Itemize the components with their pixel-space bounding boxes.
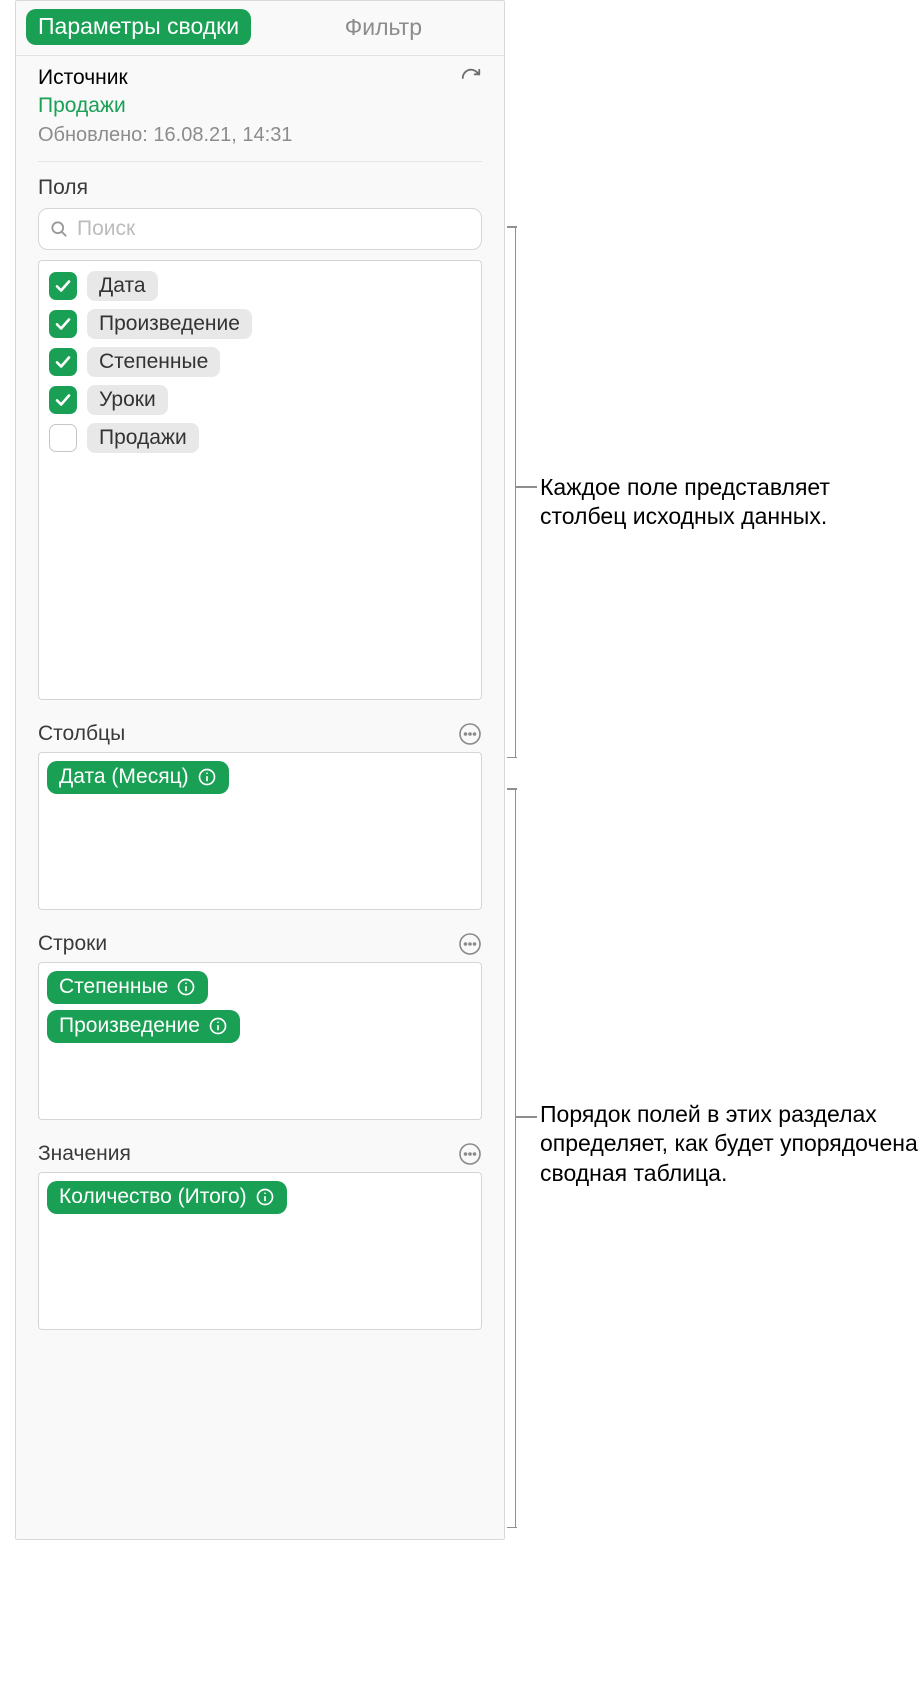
- field-chip[interactable]: Дата: [87, 271, 158, 301]
- source-updated: Обновлено: 16.08.21, 14:31: [38, 124, 482, 147]
- info-icon[interactable]: [197, 767, 217, 787]
- checkbox-checked-icon[interactable]: [49, 272, 77, 300]
- field-row[interactable]: Дата: [47, 267, 473, 305]
- column-pill[interactable]: Дата (Месяц): [47, 761, 229, 794]
- field-chip[interactable]: Степенные: [87, 347, 220, 377]
- source-name[interactable]: Продажи: [38, 94, 482, 118]
- info-icon[interactable]: [176, 977, 196, 997]
- callout-zones: Порядок полей в этих разделах определяет…: [540, 1100, 920, 1188]
- rows-label: Строки: [38, 932, 107, 956]
- tab-summary-options[interactable]: Параметры сводки: [26, 9, 251, 45]
- pill-label: Степенные: [59, 975, 168, 999]
- callout-fields: Каждое поле представляет столбец исходны…: [540, 473, 920, 532]
- more-icon[interactable]: [458, 932, 482, 956]
- field-row[interactable]: Уроки: [47, 381, 473, 419]
- info-icon[interactable]: [208, 1016, 228, 1036]
- source-label: Источник: [38, 66, 128, 90]
- search-icon: [49, 219, 69, 239]
- field-row[interactable]: Продажи: [47, 419, 473, 457]
- pill-label: Дата (Месяц): [59, 765, 189, 789]
- columns-zone[interactable]: Дата (Месяц): [38, 752, 482, 910]
- pill-label: Произведение: [59, 1014, 200, 1038]
- checkbox-unchecked-icon[interactable]: [49, 424, 77, 452]
- field-row[interactable]: Степенные: [47, 343, 473, 381]
- refresh-icon[interactable]: [460, 67, 482, 89]
- columns-label: Столбцы: [38, 722, 125, 746]
- tabs: Параметры сводки Фильтр: [16, 1, 504, 45]
- callout-bracket: [510, 226, 516, 758]
- callout-bracket: [510, 788, 516, 1528]
- more-icon[interactable]: [458, 1142, 482, 1166]
- field-chip[interactable]: Уроки: [87, 385, 168, 415]
- field-list: Дата Произведение Степенные: [38, 260, 482, 700]
- tab-filter[interactable]: Фильтр: [345, 14, 422, 41]
- divider: [38, 161, 482, 162]
- pivot-options-panel: Параметры сводки Фильтр Источник Продажи…: [15, 0, 505, 1540]
- field-chip[interactable]: Продажи: [87, 423, 199, 453]
- search-input-container[interactable]: [38, 208, 482, 250]
- field-chip[interactable]: Произведение: [87, 309, 252, 339]
- fields-label: Поля: [38, 176, 482, 200]
- pill-label: Количество (Итого): [59, 1185, 247, 1209]
- values-zone[interactable]: Количество (Итого): [38, 1172, 482, 1330]
- checkbox-checked-icon[interactable]: [49, 386, 77, 414]
- row-pill[interactable]: Произведение: [47, 1010, 240, 1043]
- more-icon[interactable]: [458, 722, 482, 746]
- field-row[interactable]: Произведение: [47, 305, 473, 343]
- info-icon[interactable]: [255, 1187, 275, 1207]
- values-label: Значения: [38, 1142, 131, 1166]
- search-input[interactable]: [77, 217, 471, 241]
- checkbox-checked-icon[interactable]: [49, 348, 77, 376]
- value-pill[interactable]: Количество (Итого): [47, 1181, 287, 1214]
- rows-zone[interactable]: Степенные Произведение: [38, 962, 482, 1120]
- checkbox-checked-icon[interactable]: [49, 310, 77, 338]
- row-pill[interactable]: Степенные: [47, 971, 208, 1004]
